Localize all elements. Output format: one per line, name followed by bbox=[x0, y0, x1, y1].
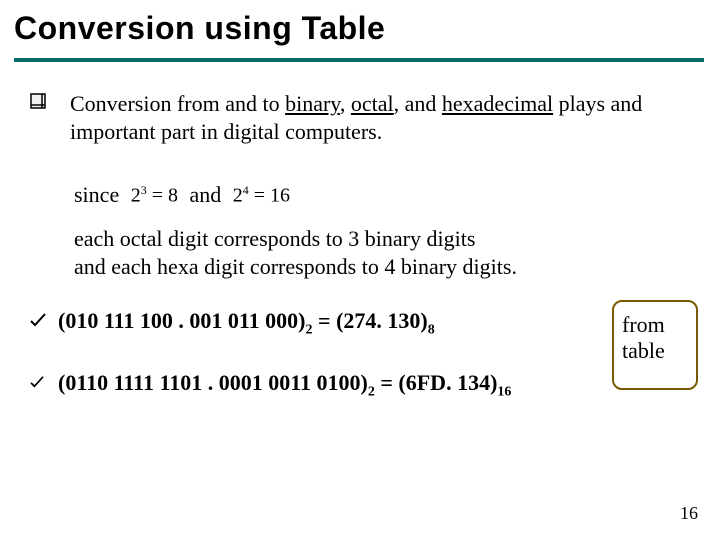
ex1-rhs: (274. 130) bbox=[336, 308, 428, 333]
math2-base: 2 bbox=[233, 184, 243, 206]
bullet-c2: , and bbox=[394, 91, 442, 116]
bullet-binary: binary bbox=[285, 91, 340, 116]
note-line2: table bbox=[622, 338, 688, 364]
math-2: 24 = 16 bbox=[227, 183, 296, 208]
math1-base: 2 bbox=[131, 184, 141, 206]
bullet-pre: Conversion from and to bbox=[70, 91, 285, 116]
check-icon bbox=[30, 313, 46, 327]
bullet-1-text: Conversion from and to binary, octal, an… bbox=[70, 90, 690, 145]
note-box: from table bbox=[612, 300, 698, 390]
ex2-rhs: (6FD. 134) bbox=[398, 370, 497, 395]
ex2-lhs-sub: 2 bbox=[368, 384, 375, 399]
check-icon bbox=[30, 375, 46, 389]
word-and: and bbox=[189, 182, 221, 207]
example-2: (0110 1111 1101 . 0001 0011 0100)2 = (6F… bbox=[30, 370, 590, 400]
ex1-lhs: (010 111 100 . 001 011 000) bbox=[58, 308, 306, 333]
ex1-lhs-sub: 2 bbox=[306, 322, 313, 337]
ex1-eq: = bbox=[313, 308, 337, 333]
ex2-rhs-sub: 16 bbox=[497, 384, 511, 399]
ex2-lhs: (0110 1111 1101 . 0001 0011 0100) bbox=[58, 370, 368, 395]
since-line: since 23 = 8 and 24 = 16 bbox=[74, 180, 296, 208]
ex2-eq: = bbox=[375, 370, 399, 395]
math-1: 23 = 8 bbox=[125, 183, 184, 208]
slide-title: Conversion using Table bbox=[14, 10, 385, 47]
corresponds-line1: each octal digit corresponds to 3 binary… bbox=[74, 225, 517, 253]
bullet-octal: octal bbox=[351, 91, 394, 116]
word-since: since bbox=[74, 182, 119, 207]
corresponds-text: each octal digit corresponds to 3 binary… bbox=[74, 225, 517, 280]
note-line1: from bbox=[622, 312, 688, 338]
math1-eq: = 8 bbox=[147, 184, 178, 206]
example-2-text: (0110 1111 1101 . 0001 0011 0100)2 = (6F… bbox=[58, 370, 590, 400]
bullet-icon bbox=[30, 93, 46, 109]
math2-eq: = 16 bbox=[249, 184, 290, 206]
bullet-c1: , bbox=[340, 91, 351, 116]
corresponds-line2: and each hexa digit corresponds to 4 bin… bbox=[74, 253, 517, 281]
ex1-rhs-sub: 8 bbox=[428, 322, 435, 337]
example-1-text: (010 111 100 . 001 011 000)2 = (274. 130… bbox=[58, 308, 590, 338]
example-1: (010 111 100 . 001 011 000)2 = (274. 130… bbox=[30, 308, 590, 338]
title-underline bbox=[14, 58, 704, 62]
page-number: 16 bbox=[680, 503, 698, 524]
bullet-hex: hexadecimal bbox=[442, 91, 553, 116]
slide: Conversion using Table Conversion from a… bbox=[0, 0, 720, 540]
bullet-1: Conversion from and to binary, octal, an… bbox=[30, 90, 690, 145]
